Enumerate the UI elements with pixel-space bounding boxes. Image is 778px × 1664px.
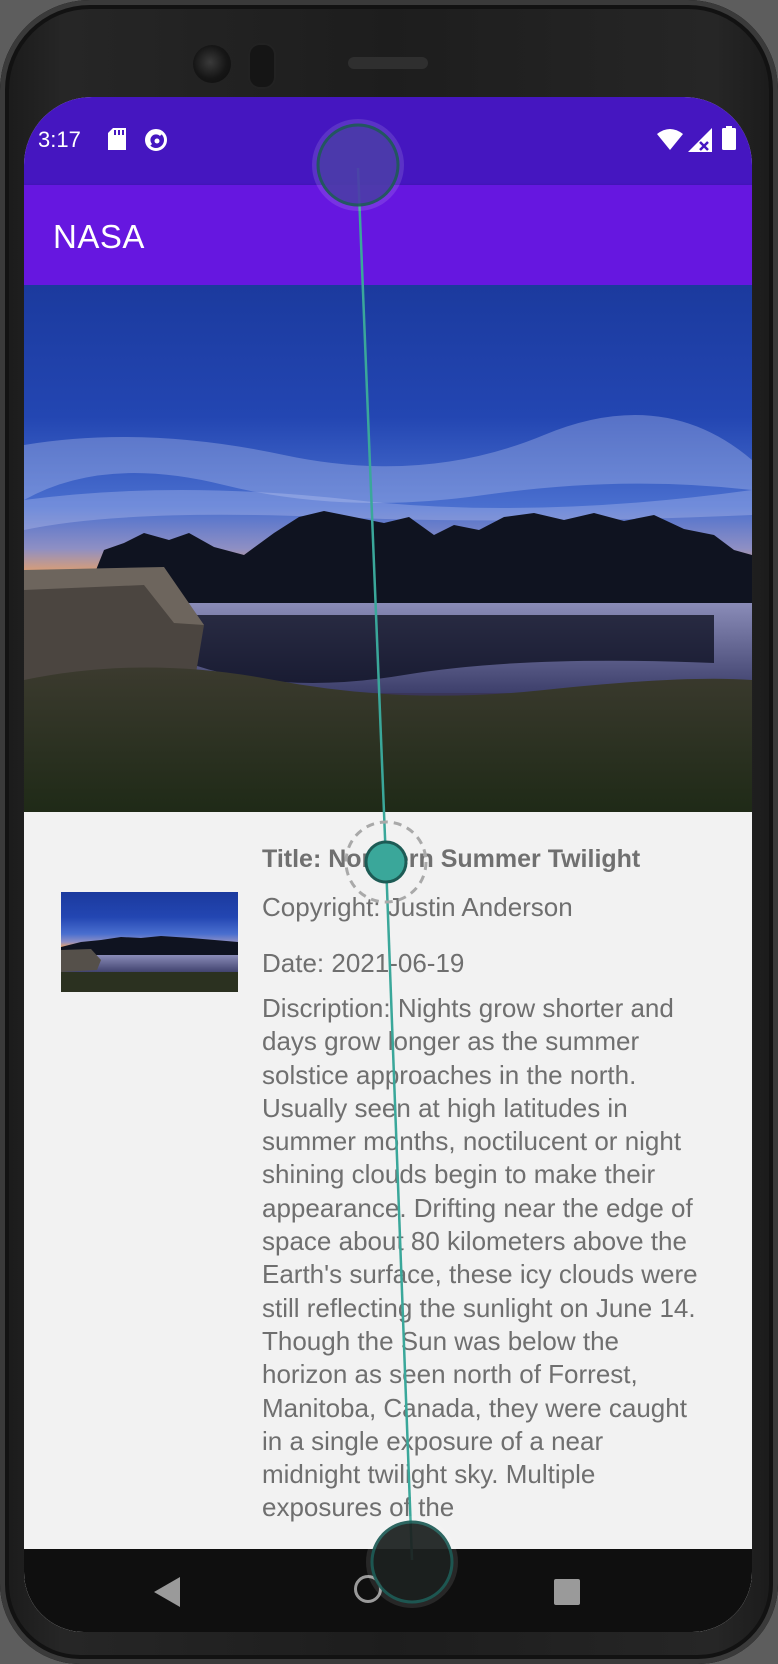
apod-description: Discription: Nights grow shorter and day…: [262, 993, 698, 1523]
apod-date: Date: 2021-06-19: [262, 948, 465, 978]
device-screen: 3:17 NASA Title: Northern Summer Twiligh…: [24, 97, 752, 1632]
thumbnail-photo: [61, 892, 238, 992]
battery-icon: [722, 126, 736, 150]
cast-icon: [145, 129, 167, 151]
app-bar: NASA: [24, 185, 752, 285]
app-title: NASA: [53, 218, 145, 255]
recents-icon[interactable]: [554, 1579, 580, 1605]
apod-details: Title: Northern Summer Twilight Copyrigh…: [24, 812, 752, 1632]
hero-landscape-photo: [24, 285, 752, 812]
proximity-sensor: [248, 43, 276, 89]
signal-icon: [688, 128, 712, 152]
status-time: 3:17: [38, 127, 81, 152]
home-icon[interactable]: [354, 1575, 382, 1603]
apod-thumbnail[interactable]: [61, 892, 238, 992]
sd-card-icon: [108, 128, 126, 150]
back-icon[interactable]: [154, 1577, 180, 1607]
apod-info: Title: Northern Summer Twilight Copyrigh…: [262, 842, 702, 1525]
apod-title: Title: Northern Summer Twilight: [262, 845, 641, 873]
navigation-bar: [24, 1549, 752, 1632]
apod-copyright: Copyright: Justin Anderson: [262, 892, 573, 922]
earpiece-speaker: [348, 57, 428, 69]
wifi-icon: [657, 129, 683, 150]
apod-hero-image[interactable]: [24, 285, 752, 812]
front-camera: [193, 45, 231, 83]
status-bar: 3:17: [24, 97, 752, 185]
device-frame: 3:17 NASA Title: Northern Summer Twiligh…: [0, 0, 778, 1664]
